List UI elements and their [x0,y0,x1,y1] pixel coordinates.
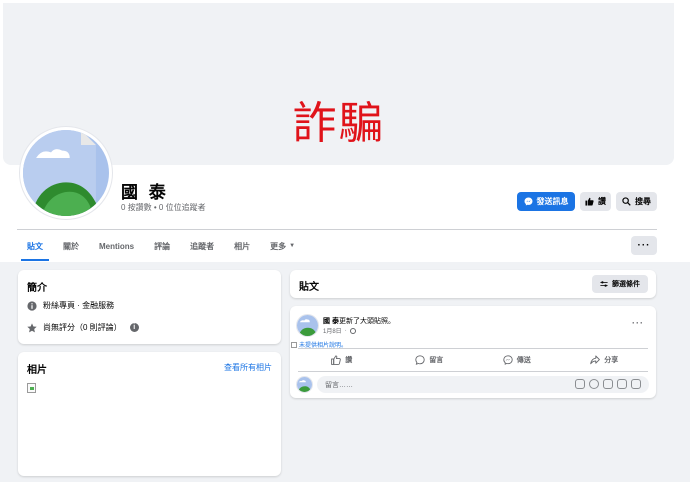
share-arrow-icon [590,355,601,365]
post-author-name[interactable]: 國 泰 [323,318,339,325]
camera-icon[interactable] [603,379,613,389]
post-divider [298,371,648,372]
post-author-avatar[interactable] [296,314,319,337]
dot-separator: · [344,327,347,334]
tab-photos[interactable]: 相片 [224,231,260,261]
avatar-sticker-icon[interactable] [575,379,585,389]
messenger-icon [524,197,532,206]
post-card: 國 泰更新了大頭貼照。 1月8日 · ··· 未提供相片說明。 讚 留言 傳送 … [290,306,656,398]
info-icon [27,300,37,311]
send-message-button[interactable]: 發送訊息 [517,192,575,211]
broken-image-icon [291,341,297,348]
photos-card: 相片 查看所有相片 [18,352,281,476]
avatar-placeholder-icon [297,315,318,336]
post-author-line: 國 泰更新了大頭貼照。 [323,316,395,326]
rating-info-icon[interactable]: i [129,323,139,332]
intro-rating: 尚無評分（0 則評論） [43,323,122,332]
intro-title: 簡介 [27,283,47,294]
thumbs-up-icon [331,355,342,365]
filter-button[interactable]: 篩選條件 [592,275,648,293]
photos-title: 相片 [27,365,47,376]
post-send-button[interactable]: 傳送 [473,350,561,370]
intro-category: 粉絲專頁 · 金融服務 [43,301,115,310]
page-tabs: 貼文 關於 Mentions 評論 追蹤者 相片 更多 ▼ [17,231,305,261]
chevron-down-icon: ▼ [289,243,296,249]
commenter-avatar[interactable] [296,376,313,393]
gif-icon[interactable] [617,379,627,389]
intro-card: 簡介 粉絲專頁 · 金融服務 尚無評分（0 則評論） i [18,270,281,344]
profile-picture[interactable] [20,127,112,219]
page-stats[interactable]: 0 按讚數 • 0 位位追蹤者 [121,202,206,213]
posts-title: 貼文 [299,282,319,293]
search-page-label: 搜尋 [635,197,651,206]
post-date[interactable]: 1月8日 [323,326,342,335]
post-comment-button[interactable]: 留言 [386,350,474,370]
emoji-icon[interactable] [589,379,599,389]
tab-about[interactable]: 關於 [53,231,89,261]
tab-mentions[interactable]: Mentions [89,231,144,261]
post-meta: 1月8日 · [323,326,356,335]
post-share-button[interactable]: 分享 [561,350,649,370]
intro-rating-row: 尚無評分（0 則評論） i [27,322,139,333]
comment-bubble-icon [415,355,425,365]
send-message-label: 發送訊息 [536,197,569,206]
filter-label: 篩選條件 [612,281,640,288]
see-all-photos-link[interactable]: 查看所有相片 [224,362,272,373]
tab-posts[interactable]: 貼文 [17,231,53,261]
broken-image-icon[interactable] [27,383,36,393]
page-header: 詐騙 國 泰 0 按讚數 • 0 位位追蹤者 發送訊息 讚 搜尋 貼文 關於 M… [0,0,690,262]
header-divider [17,229,657,230]
comment-input[interactable]: 留言…… [317,376,649,393]
like-page-label: 讚 [598,197,606,206]
thumbs-up-icon [585,197,594,206]
tab-reviews[interactable]: 評論 [144,231,180,261]
posts-header-card: 貼文 篩選條件 [290,270,656,298]
post-action-text: 更新了大頭貼照。 [338,318,395,325]
post-like-button[interactable]: 讚 [298,350,386,370]
like-page-button[interactable]: 讚 [580,192,611,211]
avatar-placeholder-icon [23,130,109,216]
more-options-button[interactable]: ··· [631,236,657,255]
messenger-icon [503,355,513,365]
avatar-placeholder-icon [297,377,312,392]
comment-placeholder: 留言…… [325,381,353,389]
tab-followers[interactable]: 追蹤者 [180,231,224,261]
tab-more[interactable]: 更多 ▼ [260,231,305,261]
globe-icon [349,327,356,334]
cover-photo[interactable]: 詐騙 [3,3,674,165]
post-divider [298,348,648,349]
star-icon [27,322,37,332]
post-options-button[interactable]: ··· [632,318,644,328]
cover-text: 詐騙 [292,98,385,149]
filter-sliders-icon [600,281,608,287]
sticker-icon[interactable] [631,379,641,389]
search-icon [622,197,631,206]
comment-tools [575,379,641,389]
page-title: 國 泰 [121,183,169,202]
intro-category-row: 粉絲專頁 · 金融服務 [27,300,114,311]
search-page-button[interactable]: 搜尋 [616,192,657,211]
post-actions: 讚 留言 傳送 分享 [298,350,648,370]
